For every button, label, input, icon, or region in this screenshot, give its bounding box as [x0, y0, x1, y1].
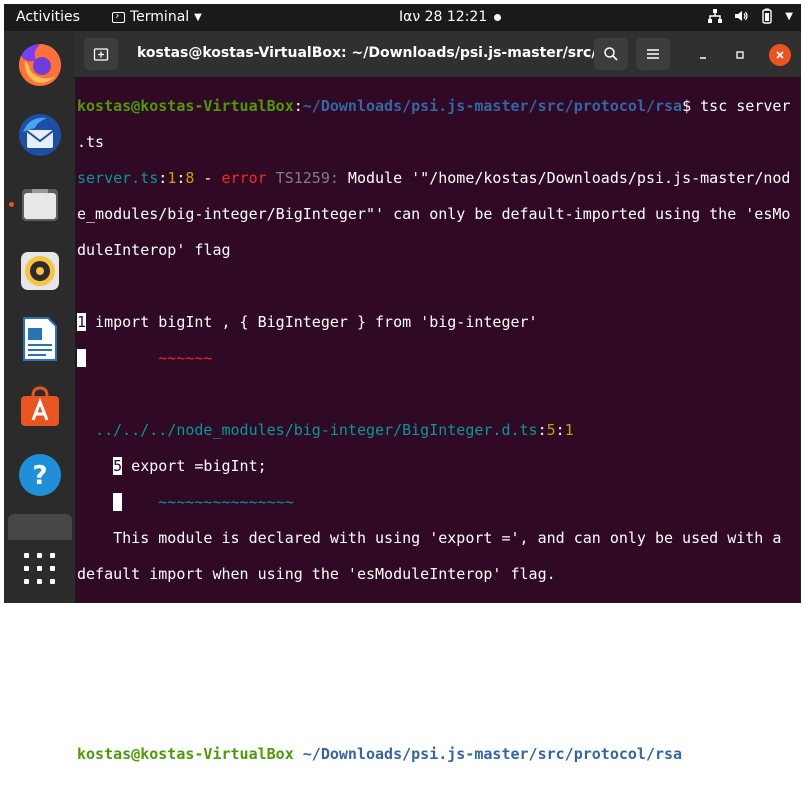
error-line-number: 1 — [167, 169, 177, 187]
error-dash: - — [194, 169, 222, 187]
error-file: server.ts — [77, 169, 159, 187]
minimize-icon — [700, 57, 706, 59]
thunderbird-icon[interactable] — [16, 111, 64, 159]
reference-indent — [77, 421, 95, 439]
minimize-button[interactable] — [692, 44, 714, 66]
source-line: 1 import bigInt , { BigInteger } from 'b… — [77, 313, 797, 331]
reference-sep: : — [537, 421, 547, 439]
top-bar: Activities Terminal ▼ Ιαν 28 12:21 ▼ — [4, 4, 801, 31]
prompt-colon: : — [293, 745, 303, 763]
error-line: server.ts:1:8 - error TS1259: Module '"/… — [77, 169, 797, 187]
summary-line: Found 1 error. — [77, 673, 797, 691]
prompt-sign: $ — [682, 97, 692, 115]
firefox-icon[interactable] — [16, 41, 64, 89]
clock[interactable]: Ιαν 28 12:21 — [399, 9, 487, 25]
show-applications-icon[interactable] — [24, 553, 56, 585]
prompt-path: ~/Downloads/psi.js-master/src/protocol/r… — [302, 745, 683, 763]
error-message: e_modules/big-integer/BigInteger"' can o… — [77, 205, 791, 223]
close-icon — [776, 51, 784, 59]
terminal-icon — [112, 11, 125, 23]
prompt-line: kostas@kostas-VirtualBox:~/Downloads/psi… — [77, 745, 797, 763]
error-squiggle: ~~~~~~ — [86, 349, 213, 367]
source-line-number: 1 — [77, 313, 87, 331]
libreoffice-writer-icon[interactable] — [16, 315, 64, 363]
system-tray[interactable]: ▼ — [707, 8, 793, 24]
search-icon — [604, 47, 618, 61]
error-message: Module '"/home/kostas/Downloads/psi.js-m… — [338, 169, 791, 187]
app-menu[interactable]: Terminal ▼ — [112, 9, 202, 25]
activities-button[interactable]: Activities — [16, 9, 80, 25]
note-text: This module is declared with using 'expo… — [77, 529, 782, 547]
hamburger-menu-icon — [647, 49, 659, 59]
rhythmbox-icon[interactable] — [16, 247, 64, 295]
prompt-path: ~/Downloads/psi.js-master/src/protocol/r… — [302, 97, 683, 115]
chevron-down-icon: ▼ — [194, 11, 202, 23]
battery-icon — [762, 8, 772, 24]
search-button[interactable] — [594, 38, 628, 70]
reference-squiggle-line: ~~~~~~~~~~~~~~~ — [77, 493, 797, 511]
close-button[interactable] — [769, 44, 791, 66]
text-cursor — [700, 745, 709, 762]
prompt-user: kostas@kostas-VirtualBox — [77, 97, 294, 115]
found-errors-text: Found 1 error. — [77, 673, 204, 691]
svg-text:?: ? — [32, 461, 47, 491]
reference-column: 1 — [564, 421, 574, 439]
reference-line-number: 5 — [546, 421, 556, 439]
reference-source-line: 5 export =bigInt; — [77, 457, 797, 475]
app-name: Terminal — [130, 9, 190, 25]
new-tab-button[interactable] — [84, 38, 118, 70]
reference-source-line-number: 5 — [113, 457, 123, 475]
error-label: error — [221, 169, 267, 187]
source-code: import bigInt , { BigInteger } from 'big… — [86, 313, 538, 331]
prompt-line: kostas@kostas-VirtualBox:~/Downloads/psi… — [77, 97, 797, 115]
running-indicator — [9, 202, 14, 207]
window-title: kostas@kostas-VirtualBox: ~/Downloads/ps… — [137, 45, 597, 61]
command-text: tsc server — [691, 97, 791, 115]
error-message-line: duleInterop' flag — [77, 241, 797, 259]
terminal-output[interactable]: kostas@kostas-VirtualBox:~/Downloads/psi… — [77, 79, 797, 799]
command-wrap-line: .ts — [77, 133, 797, 151]
reference-file: ../../../node_modules/big-integer/BigInt… — [95, 421, 538, 439]
note-line: default import when using the 'esModuleI… — [77, 565, 797, 583]
maximize-button[interactable] — [729, 44, 751, 66]
reference-source-code: export =bigInt; — [122, 457, 267, 475]
prompt-sign: $ — [682, 745, 692, 763]
help-icon[interactable]: ? — [16, 451, 64, 499]
new-tab-icon — [93, 48, 109, 61]
menu-button[interactable] — [636, 38, 670, 70]
chevron-down-icon: ▼ — [785, 10, 793, 22]
reference-line: ../../../node_modules/big-integer/BigInt… — [77, 421, 797, 439]
files-icon[interactable] — [16, 181, 64, 229]
error-code: TS1259: — [266, 169, 339, 187]
prompt-user: kostas@kostas-VirtualBox — [77, 745, 294, 763]
reference-squiggle: ~~~~~~~~~~~~~~~ — [122, 493, 294, 511]
note-text: default import when using the 'esModuleI… — [77, 565, 556, 583]
maximize-icon — [736, 51, 744, 59]
terminal-window: kostas@kostas-VirtualBox: ~/Downloads/ps… — [75, 31, 801, 763]
notification-dot-icon — [494, 14, 501, 21]
prompt-colon: : — [293, 97, 303, 115]
volume-icon — [735, 11, 748, 21]
note-line: This module is declared with using 'expo… — [77, 529, 797, 547]
squiggle-line: ~~~~~~ — [77, 349, 797, 367]
error-message-line: e_modules/big-integer/BigInteger"' can o… — [77, 205, 797, 223]
network-icon — [708, 9, 723, 23]
software-center-icon[interactable] — [16, 383, 64, 431]
command-wrap-text: .ts — [77, 133, 105, 151]
dock-hidden-item[interactable] — [8, 514, 72, 540]
header-bar: kostas@kostas-VirtualBox: ~/Downloads/ps… — [75, 31, 801, 77]
dock: ? — [4, 31, 75, 603]
error-message: duleInterop' flag — [77, 241, 231, 259]
reference-sep: : — [555, 421, 565, 439]
error-sep: : — [158, 169, 168, 187]
